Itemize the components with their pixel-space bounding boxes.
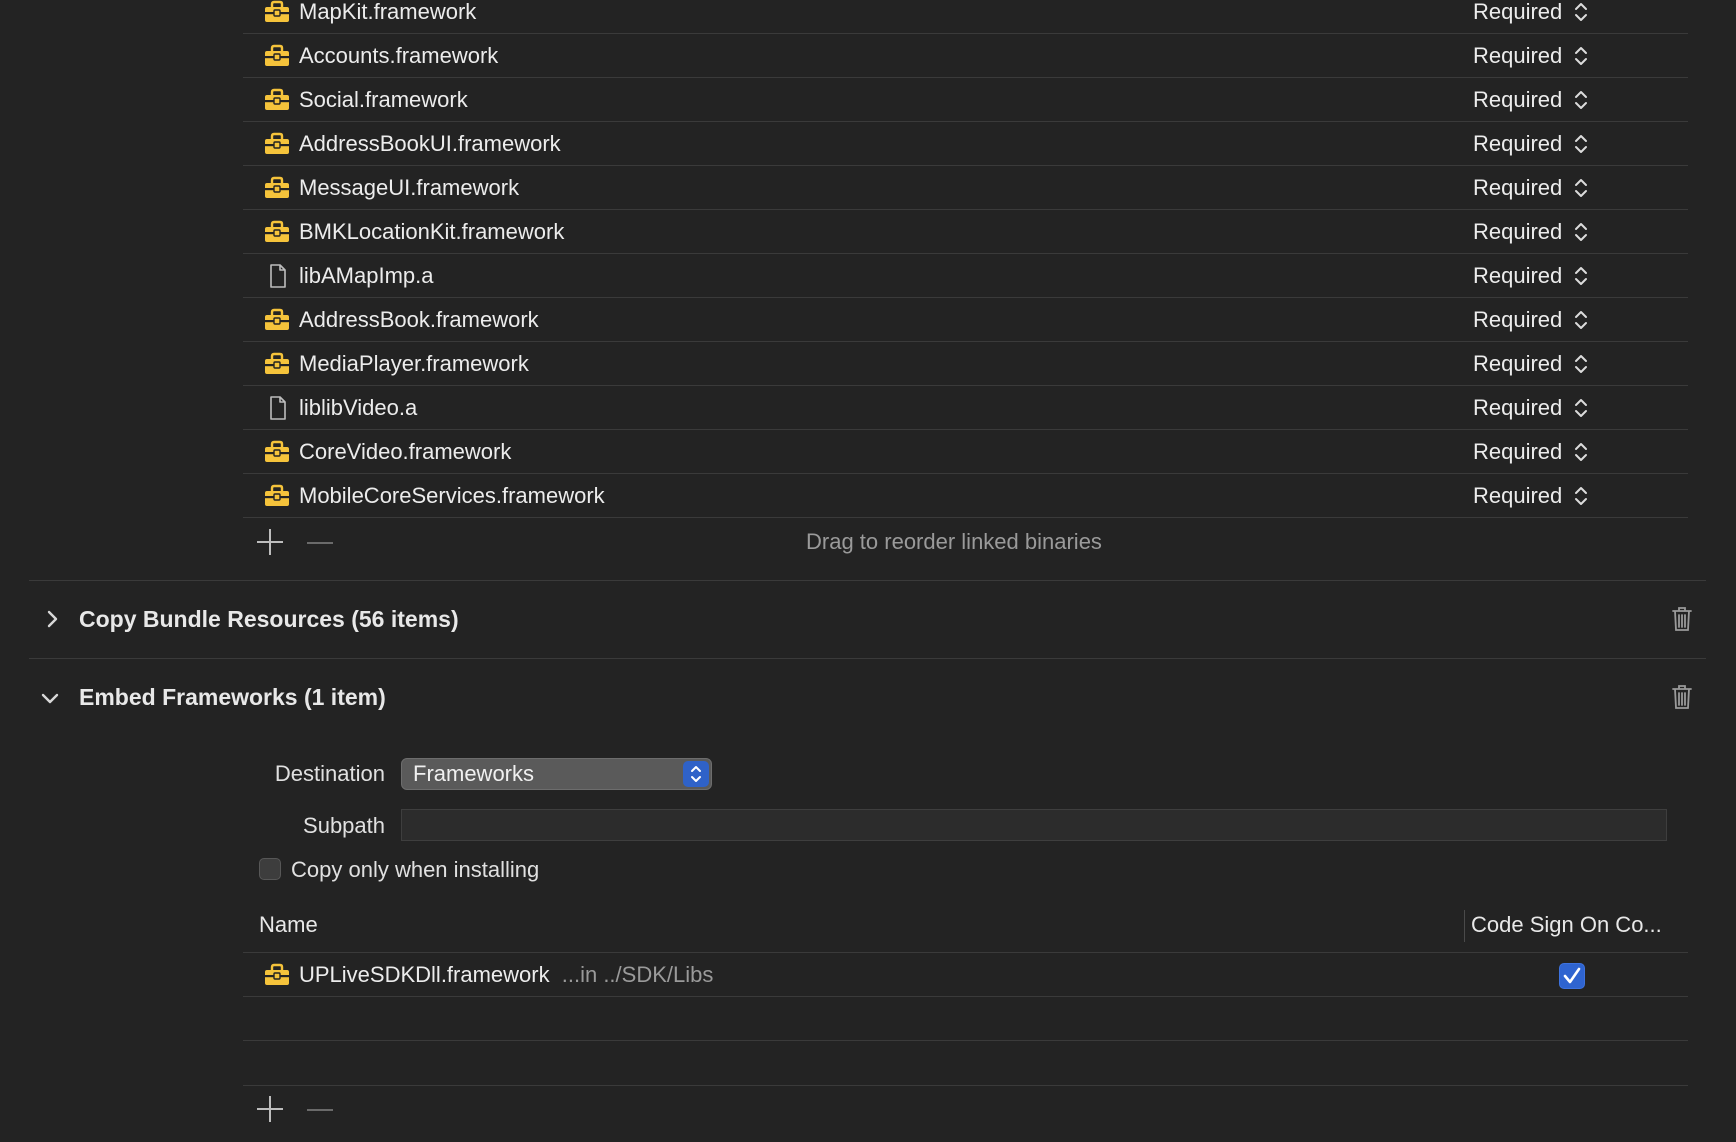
list-item[interactable]: CoreVideo.framework Required bbox=[243, 430, 1688, 474]
chevron-updown-icon[interactable] bbox=[1573, 353, 1589, 375]
framework-icon bbox=[265, 132, 289, 154]
list-item[interactable]: Accounts.framework Required bbox=[243, 34, 1688, 78]
embedded-framework-path: ...in ../SDK/Libs bbox=[561, 962, 714, 987]
add-binary-button[interactable] bbox=[257, 529, 283, 555]
status-popup[interactable]: Required bbox=[1473, 474, 1562, 518]
status-popup[interactable]: Required bbox=[1473, 78, 1562, 122]
copy-bundle-title[interactable]: Copy Bundle Resources (56 items) bbox=[79, 606, 459, 633]
chevron-down-icon[interactable] bbox=[40, 688, 60, 708]
chevron-updown-icon[interactable] bbox=[1573, 1, 1589, 23]
column-header-code-sign[interactable]: Code Sign On Co... bbox=[1471, 912, 1662, 938]
chevron-updown-icon[interactable] bbox=[1573, 485, 1589, 507]
destination-value: Frameworks bbox=[413, 761, 535, 786]
list-item[interactable]: MediaPlayer.framework Required bbox=[243, 342, 1688, 386]
column-separator[interactable] bbox=[1464, 910, 1465, 942]
framework-icon bbox=[265, 88, 289, 110]
binary-name: Social.framework bbox=[299, 87, 468, 112]
list-item[interactable]: MessageUI.framework Required bbox=[243, 166, 1688, 210]
status-popup[interactable]: Required bbox=[1473, 386, 1562, 430]
embedded-framework-name: UPLiveSDKDll.framework ...in ../SDK/Libs bbox=[299, 953, 713, 997]
binary-name: liblibVideo.a bbox=[299, 395, 418, 420]
remove-binary-button[interactable] bbox=[307, 542, 333, 544]
embed-frameworks-title[interactable]: Embed Frameworks (1 item) bbox=[79, 684, 386, 711]
status-popup[interactable]: Required bbox=[1473, 298, 1562, 342]
binary-name: MessageUI.framework bbox=[299, 175, 520, 200]
binary-name: AddressBookUI.framework bbox=[299, 131, 561, 156]
status-popup[interactable]: Required bbox=[1473, 210, 1562, 254]
table-row[interactable]: UPLiveSDKDll.framework ...in ../SDK/Libs bbox=[243, 953, 1688, 997]
file-icon bbox=[270, 396, 286, 420]
copy-only-checkbox[interactable] bbox=[259, 858, 281, 880]
list-item[interactable]: MapKit.framework Required bbox=[243, 0, 1688, 34]
trash-icon[interactable] bbox=[1671, 684, 1693, 710]
list-item[interactable]: libAMapImp.a Required bbox=[243, 254, 1688, 298]
chevron-updown-icon[interactable] bbox=[1573, 309, 1589, 331]
chevron-right-icon[interactable] bbox=[42, 609, 62, 629]
destination-label: Destination bbox=[274, 761, 385, 786]
checkmark-icon bbox=[1563, 967, 1581, 984]
list-item[interactable]: MobileCoreServices.framework Required bbox=[243, 474, 1688, 518]
binary-name: MobileCoreServices.framework bbox=[299, 483, 605, 508]
status-popup[interactable]: Required bbox=[1473, 254, 1562, 298]
section-divider bbox=[29, 580, 1706, 581]
chevron-updown-icon[interactable] bbox=[1573, 265, 1589, 287]
status-popup[interactable]: Required bbox=[1473, 0, 1562, 34]
popup-stepper-icon bbox=[683, 761, 709, 787]
binary-name: MediaPlayer.framework bbox=[299, 351, 529, 376]
framework-icon bbox=[265, 220, 289, 242]
reorder-hint: Drag to reorder linked binaries bbox=[806, 529, 1102, 554]
framework-icon bbox=[265, 440, 289, 462]
framework-icon bbox=[265, 44, 289, 66]
embedded-framework-title: UPLiveSDKDll.framework bbox=[299, 962, 550, 987]
subpath-field[interactable] bbox=[401, 809, 1667, 841]
chevron-updown-icon[interactable] bbox=[1573, 221, 1589, 243]
remove-embed-button[interactable] bbox=[307, 1109, 333, 1111]
list-item[interactable]: BMKLocationKit.framework Required bbox=[243, 210, 1688, 254]
chevron-updown-icon[interactable] bbox=[1573, 177, 1589, 199]
empty-row bbox=[243, 997, 1688, 1041]
chevron-updown-icon[interactable] bbox=[1573, 45, 1589, 67]
binary-name: CoreVideo.framework bbox=[299, 439, 512, 464]
framework-icon bbox=[265, 352, 289, 374]
binary-name: MapKit.framework bbox=[299, 0, 477, 24]
list-item[interactable]: AddressBookUI.framework Required bbox=[243, 122, 1688, 166]
framework-icon bbox=[265, 963, 289, 985]
chevron-updown-icon[interactable] bbox=[1573, 397, 1589, 419]
status-popup[interactable]: Required bbox=[1473, 342, 1562, 386]
status-popup[interactable]: Required bbox=[1473, 430, 1562, 474]
list-item[interactable]: Social.framework Required bbox=[243, 78, 1688, 122]
list-item[interactable]: liblibVideo.a Required bbox=[243, 386, 1688, 430]
binary-name: libAMapImp.a bbox=[299, 263, 434, 288]
code-sign-checkbox[interactable] bbox=[1559, 963, 1585, 989]
status-popup[interactable]: Required bbox=[1473, 122, 1562, 166]
subpath-label: Subpath bbox=[303, 813, 385, 838]
framework-icon bbox=[265, 176, 289, 198]
column-header-name[interactable]: Name bbox=[259, 912, 318, 938]
list-item[interactable]: AddressBook.framework Required bbox=[243, 298, 1688, 342]
chevron-updown-icon[interactable] bbox=[1573, 441, 1589, 463]
framework-icon bbox=[265, 484, 289, 506]
chevron-updown-icon[interactable] bbox=[1573, 133, 1589, 155]
empty-row bbox=[243, 1041, 1688, 1086]
chevron-updown-icon[interactable] bbox=[1573, 89, 1589, 111]
file-icon bbox=[270, 264, 286, 288]
binary-name: Accounts.framework bbox=[299, 43, 499, 68]
section-divider bbox=[29, 658, 1706, 659]
destination-popup[interactable]: Frameworks bbox=[401, 758, 712, 790]
framework-icon bbox=[265, 308, 289, 330]
binary-name: AddressBook.framework bbox=[299, 307, 539, 332]
status-popup[interactable]: Required bbox=[1473, 34, 1562, 78]
binary-name: BMKLocationKit.framework bbox=[299, 219, 565, 244]
add-embed-button[interactable] bbox=[257, 1096, 283, 1122]
status-popup[interactable]: Required bbox=[1473, 166, 1562, 210]
framework-icon bbox=[265, 0, 289, 22]
trash-icon[interactable] bbox=[1671, 606, 1693, 632]
copy-only-label[interactable]: Copy only when installing bbox=[291, 857, 539, 883]
